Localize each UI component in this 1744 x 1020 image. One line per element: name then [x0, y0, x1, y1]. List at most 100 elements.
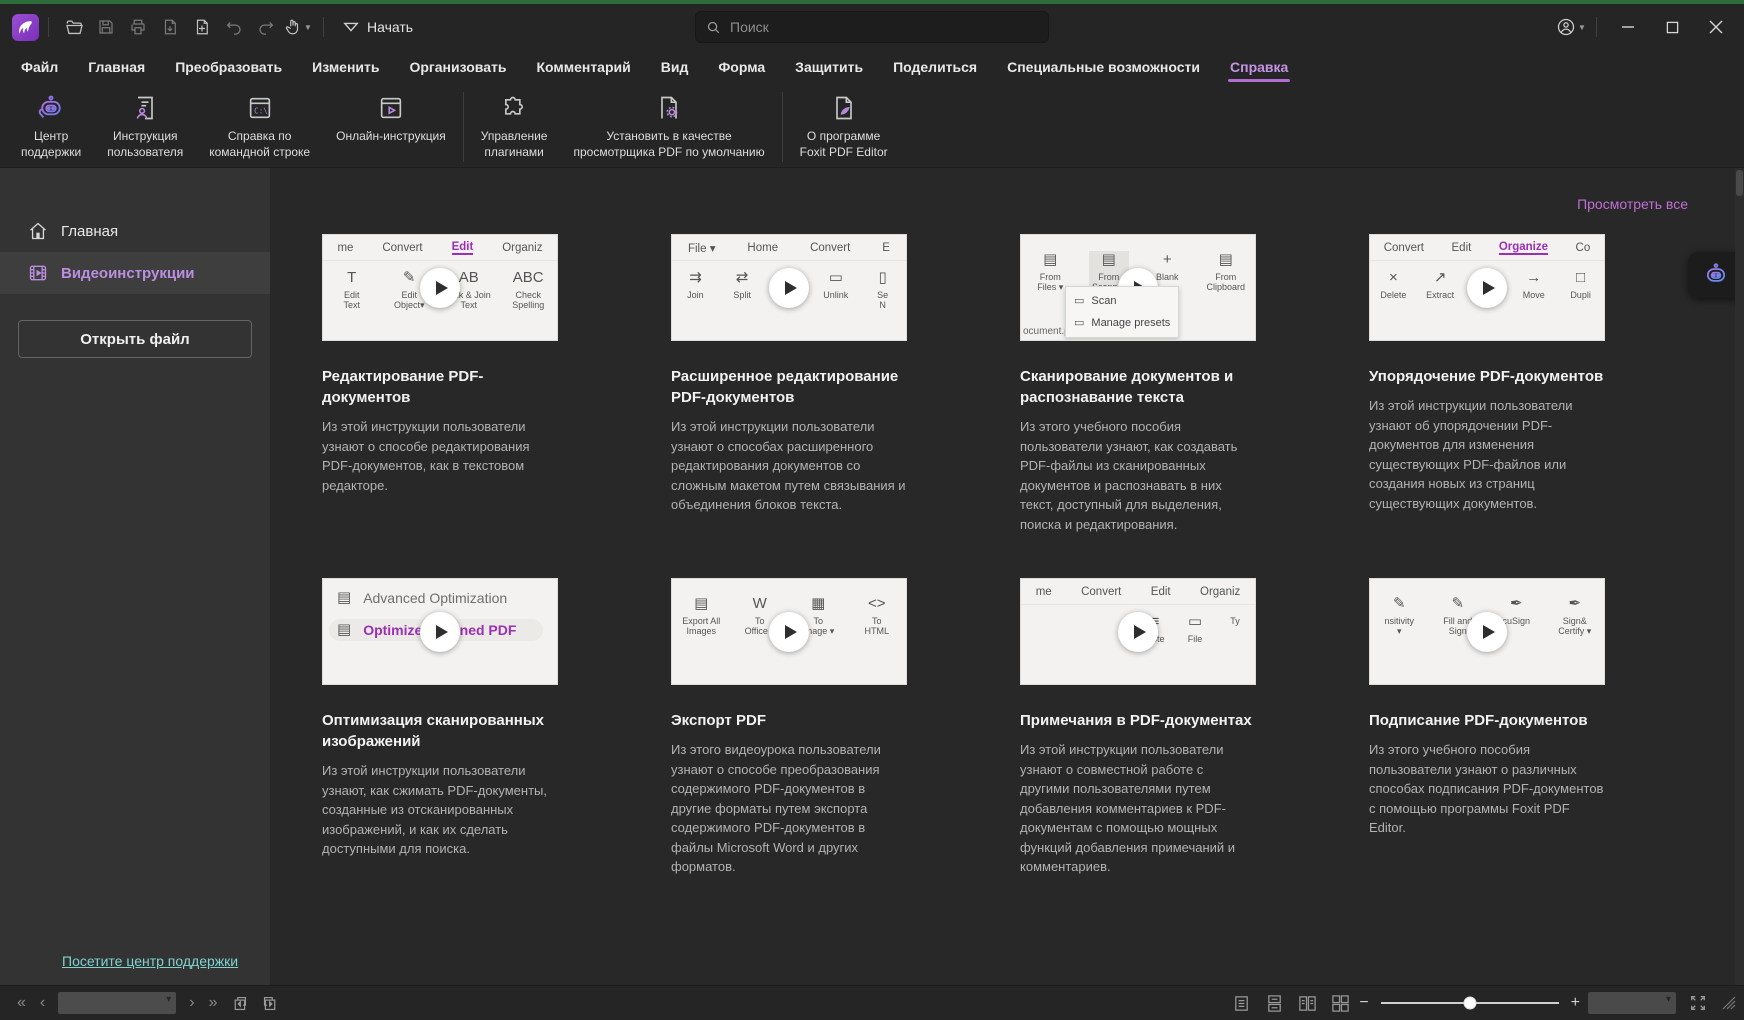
mini-button-icon: ▤ — [1218, 251, 1233, 268]
play-button-overlay[interactable] — [769, 267, 809, 308]
tutorial-thumbnail[interactable]: ▤Advanced Optimization▤Optimize Scanned … — [322, 578, 558, 685]
play-button-overlay[interactable] — [420, 611, 460, 652]
tab-help[interactable]: Справка — [1215, 50, 1303, 84]
tutorial-thumbnail[interactable]: me Convert Edit Organiz T Edit Text ✎ Edit Obje… — [322, 234, 558, 341]
mini-menu-label: Advanced Optimization — [363, 590, 508, 606]
sidebar-item-video-tutorials[interactable]: Видеоинструкции — [0, 252, 270, 294]
facing-continuous-view-icon[interactable] — [1324, 994, 1357, 1013]
search-input[interactable]: Поиск — [695, 11, 1049, 43]
save-icon[interactable] — [90, 11, 122, 43]
mini-button-label: Check Spelling — [512, 290, 545, 311]
next-view-icon[interactable] — [255, 995, 286, 1012]
tutorial-card-description: Из этой инструкции пользователи узнают о… — [671, 419, 906, 512]
play-button-overlay[interactable] — [420, 267, 460, 308]
open-folder-icon[interactable] — [58, 11, 90, 43]
mini-button-icon: ▤ — [694, 595, 709, 612]
tutorial-thumbnail[interactable]: ▤Export All ImagesWTo Office ▾▦To Image … — [671, 578, 907, 685]
online-tutorial-button[interactable]: Онлайн-инструкция — [323, 90, 459, 145]
view-all-link[interactable]: Просмотреть все — [322, 196, 1688, 212]
resize-grip[interactable] — [1722, 996, 1736, 1010]
first-page-button[interactable]: « — [10, 994, 33, 1012]
tutorial-thumbnail[interactable]: ConvertEditOrganizeCo×Delete↗Extract⇄Rev… — [1369, 234, 1605, 341]
set-default-viewer-button[interactable]: Установить в качестве просмотрщика PDF п… — [560, 90, 777, 160]
minimize-button[interactable] — [1606, 7, 1650, 47]
play-button-overlay[interactable] — [769, 611, 809, 652]
undo-icon[interactable] — [218, 11, 250, 43]
facing-view-icon[interactable] — [1291, 994, 1324, 1013]
home-icon — [30, 222, 46, 240]
tutorial-card: ▤Advanced Optimization▤Optimize Scanned … — [322, 578, 558, 877]
account-icon[interactable]: ▼ — [1555, 11, 1587, 43]
open-file-button[interactable]: Открыть файл — [18, 320, 252, 358]
print-icon[interactable] — [122, 11, 154, 43]
tab-view[interactable]: Вид — [646, 50, 704, 84]
export-doc-icon[interactable] — [154, 11, 186, 43]
mini-button-label: Delete — [1380, 290, 1407, 300]
continuous-view-icon[interactable] — [1258, 994, 1291, 1013]
mini-tab-row: me Convert Edit Organiz — [1021, 579, 1255, 605]
mini-button: ⇉ Join — [675, 269, 715, 300]
mini-button-label: Dupli — [1570, 290, 1591, 300]
sidebar-item-home[interactable]: Главная — [0, 210, 270, 252]
mini-button-label: Ty — [1230, 616, 1240, 626]
zoom-out-button[interactable]: − — [1357, 994, 1370, 1012]
mini-tab: Home — [747, 241, 779, 254]
start-tab-button[interactable]: Начать — [343, 19, 413, 35]
prev-view-icon[interactable] — [224, 995, 255, 1012]
mini-tab-row: me Convert Edit Organiz — [323, 235, 557, 261]
zoom-slider[interactable] — [1380, 996, 1559, 1010]
next-page-button[interactable]: › — [182, 994, 201, 1012]
zoom-select-dropdown[interactable] — [1588, 992, 1676, 1014]
mini-button-label: Move — [1522, 290, 1545, 300]
page-select-dropdown[interactable] — [58, 992, 177, 1014]
new-doc-icon[interactable] — [186, 11, 218, 43]
mini-tab: Convert — [810, 241, 851, 254]
prev-page-button[interactable]: ‹ — [33, 994, 52, 1012]
vertical-scrollbar[interactable] — [1735, 168, 1744, 985]
mini-button-icon: ABC — [512, 269, 544, 286]
support-center-label: Центр поддержки — [21, 129, 82, 159]
single-page-view-icon[interactable] — [1225, 994, 1258, 1013]
tab-convert[interactable]: Преобразовать — [160, 50, 297, 84]
mini-tab: E — [882, 241, 890, 254]
zoom-in-button[interactable]: + — [1569, 994, 1582, 1012]
tab-comment[interactable]: Комментарий — [521, 50, 645, 84]
command-line-help-button[interactable]: C:\ Справка по командной строке — [196, 90, 323, 160]
mini-button: ✎ nsitivity ▾ — [1379, 595, 1419, 637]
tab-protect[interactable]: Защитить — [780, 50, 878, 84]
tutorial-thumbnail[interactable]: meConvertEditOrganiz✎ T T T T T≡Note▭Fil… — [1020, 578, 1256, 685]
mini-button: ▤ Export All Images — [681, 595, 721, 637]
tab-file[interactable]: Файл — [6, 50, 73, 84]
user-manual-button[interactable]: Инструкция пользователя — [94, 90, 196, 160]
tutorial-thumbnail[interactable]: File ▾HomeConvertE⇉Join⇄Split▭Link▭Unlin… — [671, 234, 907, 341]
tab-share[interactable]: Поделиться — [878, 50, 992, 84]
tab-home[interactable]: Главная — [73, 50, 160, 84]
manage-plugins-button[interactable]: Управление плагинами — [468, 90, 561, 160]
mini-button-icon: ▭ — [1187, 613, 1203, 630]
about-button[interactable]: О программе Foxit PDF Editor — [787, 90, 901, 160]
mini-button-icon: ✒ — [1568, 595, 1582, 612]
tutorial-thumbnail[interactable]: ✎ nsitivity ▾ ✎ Fill and Sign ✒ cuSign ✒ Sign& … — [1369, 578, 1605, 685]
tutorial-card: ▤From Files ▾▤From Scanner+Blank▤From Cl… — [1020, 234, 1256, 534]
mini-button-label: Sign& Certify ▾ — [1558, 616, 1592, 637]
tab-edit[interactable]: Изменить — [297, 50, 394, 84]
tab-organize[interactable]: Организовать — [394, 50, 521, 84]
support-center-button[interactable]: Центр поддержки — [8, 90, 94, 160]
play-button-overlay[interactable] — [1467, 611, 1507, 652]
play-button-overlay[interactable] — [1467, 267, 1507, 308]
zoom-slider-thumb[interactable] — [1463, 996, 1477, 1010]
support-center-link[interactable]: Посетите центр поддержки — [62, 953, 238, 969]
maximize-button[interactable] — [1650, 7, 1694, 47]
fit-screen-icon[interactable] — [1682, 994, 1714, 1012]
play-button-overlay[interactable] — [1118, 611, 1158, 652]
tutorial-thumbnail[interactable]: ▤From Files ▾▤From Scanner+Blank▤From Cl… — [1020, 234, 1256, 341]
tutorial-card-description: Из этого видеоурока пользователи узнают … — [671, 742, 881, 874]
divider — [781, 92, 783, 162]
mini-button: ⇄ Split — [722, 269, 762, 300]
hand-tool-icon[interactable]: ▼ — [282, 11, 314, 43]
last-page-button[interactable]: » — [202, 994, 225, 1012]
redo-icon[interactable] — [250, 11, 282, 43]
tab-form[interactable]: Форма — [703, 50, 780, 84]
tab-accessibility[interactable]: Специальные возможности — [992, 50, 1215, 84]
close-button[interactable] — [1694, 7, 1738, 47]
